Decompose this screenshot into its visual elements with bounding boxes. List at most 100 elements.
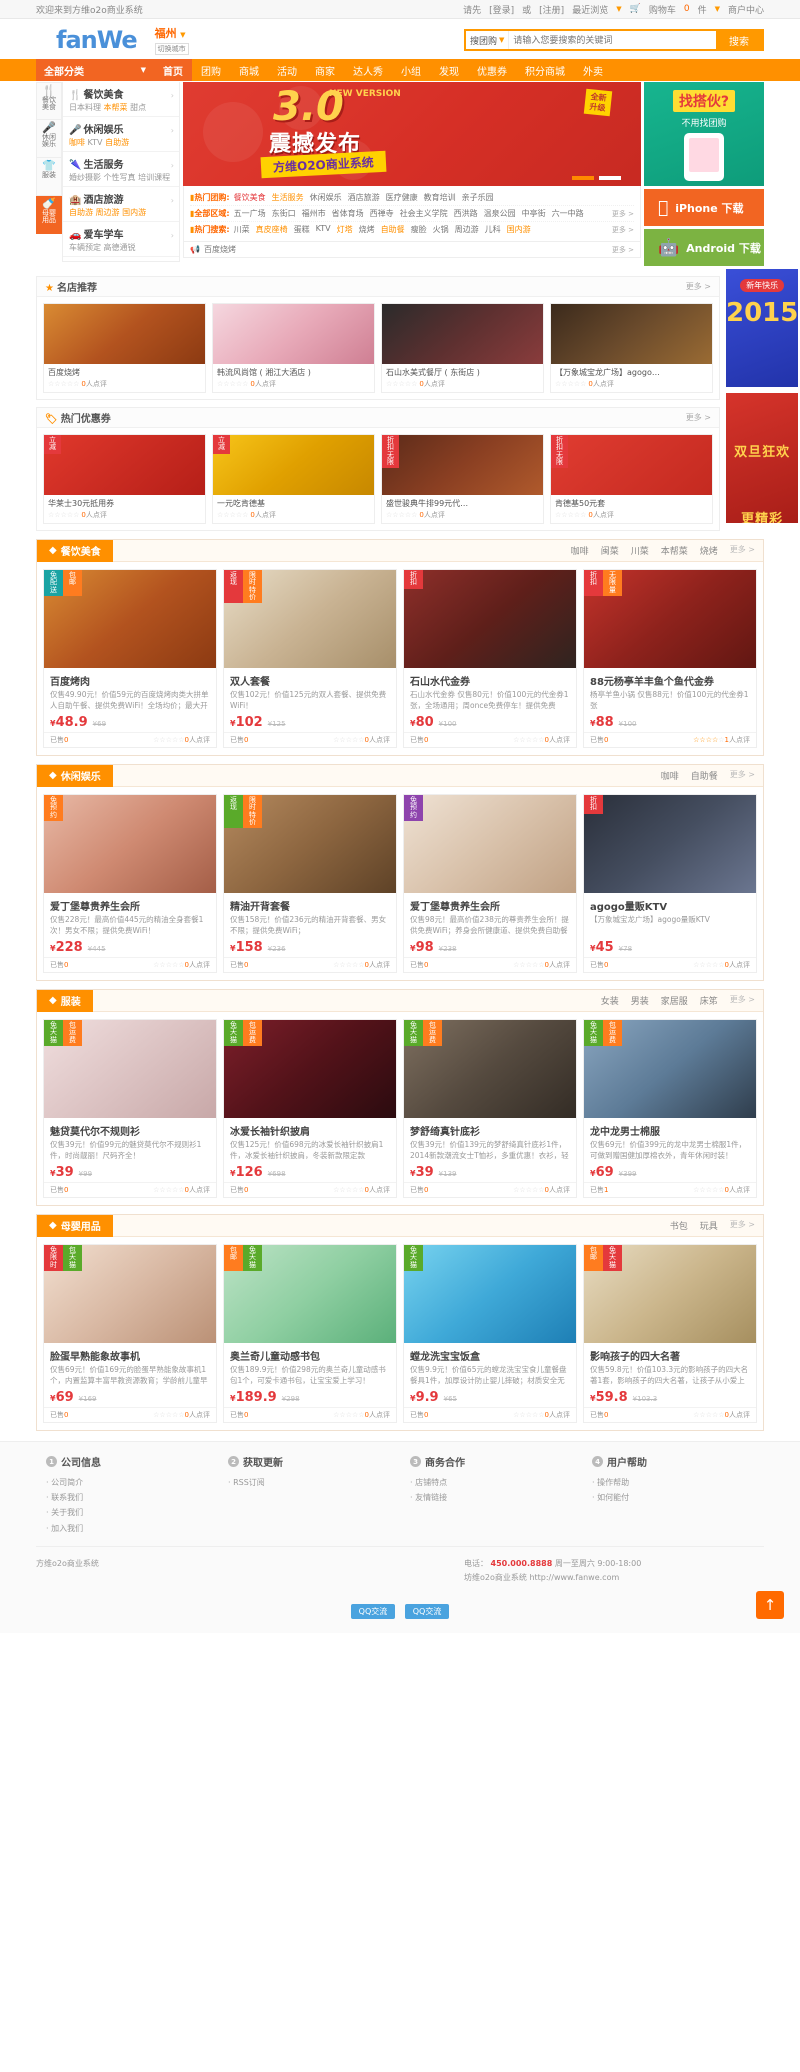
famous-shops-more[interactable]: 更多 > (686, 281, 711, 292)
tag-row-more-1[interactable]: 更多 > (612, 209, 634, 219)
goods-title[interactable]: 影响孩子的四大名著 (584, 1343, 756, 1365)
hot-deal-card[interactable]: 立减华莱士30元抵用券 ☆☆☆☆☆ 0人点评 (43, 434, 206, 524)
goods-card[interactable]: 折扣石山水代金券 石山水代金券 仅售80元！价值100元的代金券1张，全场通用；周… (403, 569, 577, 748)
goods-card[interactable]: 免配送包邮百度烤肉 仅售49.90元！价值59元的百度烧烤肉类大拼单人自助午餐、提… (43, 569, 217, 748)
christmas-ad[interactable]: 双旦狂欢 更精彩 MERRY CHRISTMAS (726, 393, 799, 523)
category-sub-4-0[interactable]: 车辆预定 (69, 243, 101, 252)
goods-title[interactable]: 爱丁堡尊贵养生会所 (44, 893, 216, 915)
category-row-3[interactable]: 🏨 酒店旅游 自助游 周边游 国内游 › (63, 187, 179, 222)
goods-title[interactable]: 冰爱长袖针织披肩 (224, 1118, 396, 1140)
nav-item-7[interactable]: 发现 (430, 59, 468, 81)
goods-title[interactable]: 精油开背套餐 (224, 893, 396, 915)
famous-shop-name[interactable]: 百度烧烤 (44, 364, 205, 379)
side-strip-3[interactable]: 🍼 母婴 用品 (36, 196, 62, 234)
goods-title[interactable]: 双人套餐 (224, 668, 396, 690)
nav-item-6[interactable]: 小组 (392, 59, 430, 81)
nav-item-1[interactable]: 团购 (192, 59, 230, 81)
hot-deal-name[interactable]: 华莱士30元抵用券 (44, 495, 205, 510)
footer-link-1-0[interactable]: · RSS订阅 (228, 1475, 400, 1490)
nav-item-0[interactable]: 首页 (154, 59, 192, 81)
section-more-leisure[interactable]: 更多 > (730, 769, 755, 782)
goods-card[interactable]: 返现限时 特价 双人套餐 仅售102元！价值125元的双人套餐、提供免费WiFi！ ¥1… (223, 569, 397, 748)
goods-card[interactable]: 免限时包天猫 脸蛋早熟能象故事机 仅售69元！价值169元的脸蛋早熟能象故事机1个，… (43, 1244, 217, 1423)
goods-title[interactable]: 88元杨亭羊丰鱼个鱼代金券 (584, 668, 756, 690)
banner-dot-2[interactable] (599, 176, 621, 180)
tag-2-7[interactable]: 瘦脸 (411, 224, 427, 235)
nav-item-9[interactable]: 积分商城 (516, 59, 574, 81)
tag-2-10[interactable]: 儿科 (485, 224, 501, 235)
footer-link-0-1[interactable]: · 联系我们 (46, 1490, 218, 1505)
tag-0-5[interactable]: 教育培训 (424, 192, 456, 203)
goods-card[interactable]: 免天猫包运费 龙中龙男士棉服 仅售69元！价值399元的龙中龙男士棉服1件，可做到赠… (583, 1019, 757, 1198)
nav-item-2[interactable]: 商城 (230, 59, 268, 81)
famous-shop-card[interactable]: 百度烧烤 ☆☆☆☆☆ 0人点评 (43, 303, 206, 393)
footer-link-2-1[interactable]: · 友情链接 (410, 1490, 582, 1505)
famous-shop-name[interactable]: 石山水美式餐厅 ( 东街店 ) (382, 364, 543, 379)
category-sub-1-0[interactable]: 咖啡 (69, 138, 85, 147)
category-sub-1-1[interactable]: KTV (88, 138, 103, 147)
tag-1-1[interactable]: 东街口 (272, 208, 296, 219)
hot-deal-name[interactable]: 盛世骏典牛排99元代… (382, 495, 543, 510)
tag-2-1[interactable]: 真皮座椅 (256, 224, 288, 235)
marquee-more[interactable]: 更多 > (612, 245, 634, 255)
footer-link-0-0[interactable]: · 公司简介 (46, 1475, 218, 1490)
famous-shop-card[interactable]: 石山水美式餐厅 ( 东街店 ) ☆☆☆☆☆ 0人点评 (381, 303, 544, 393)
footer-link-0-3[interactable]: · 加入我们 (46, 1521, 218, 1536)
goods-title[interactable]: 爱丁堡尊贵养生会所 (404, 893, 576, 915)
category-sub-0-2[interactable]: 甜点 (130, 103, 146, 112)
switch-city-button[interactable]: 切换城市 (154, 43, 189, 55)
footer-link-3-1[interactable]: · 如何能付 (592, 1490, 764, 1505)
section-sub-clothes-0[interactable]: 女装 (601, 994, 619, 1007)
goods-title[interactable]: 梦舒绮真针底衫 (404, 1118, 576, 1140)
tag-0-0[interactable]: 餐饮美食 (234, 192, 266, 203)
hot-deals-more[interactable]: 更多 > (686, 412, 711, 423)
goods-title[interactable]: 石山水代金券 (404, 668, 576, 690)
tag-0-6[interactable]: 亲子乐园 (462, 192, 494, 203)
tag-2-4[interactable]: 灯塔 (337, 224, 353, 235)
goods-card[interactable]: 折扣 agogo量贩KTV 【万象城宝龙广场】agogo量贩KTV ¥45 ¥78 已售0… (583, 794, 757, 973)
section-sub-food-1[interactable]: 闽菜 (601, 544, 619, 557)
section-sub-clothes-1[interactable]: 男装 (631, 994, 649, 1007)
section-more-clothes[interactable]: 更多 > (730, 994, 755, 1007)
tag-1-2[interactable]: 福州市 (302, 208, 326, 219)
category-sub-3-2[interactable]: 国内游 (122, 208, 146, 217)
search-type-select[interactable]: 搜团购 ▼ (466, 31, 510, 49)
footer-link-2-0[interactable]: · 店铺特点 (410, 1475, 582, 1490)
section-sub-food-2[interactable]: 川菜 (631, 544, 649, 557)
nav-item-4[interactable]: 商家 (306, 59, 344, 81)
tag-1-9[interactable]: 六一中路 (552, 208, 584, 219)
category-sub-2-1[interactable]: 个性写真 (104, 173, 136, 182)
back-to-top-button[interactable]: ↑ (756, 1590, 784, 1619)
goods-title[interactable]: 魅贷莫代尔不规则衫 (44, 1118, 216, 1140)
section-sub-baby-1[interactable]: 玩具 (700, 1219, 718, 1232)
goods-card[interactable]: 返现限时 特价 精油开背套餐 仅售158元！价值236元的精油开背套餐、男女不限；提供… (223, 794, 397, 973)
category-sub-3-1[interactable]: 周边游 (96, 208, 120, 217)
section-sub-food-4[interactable]: 烧烤 (700, 544, 718, 557)
tag-0-3[interactable]: 酒店旅游 (348, 192, 380, 203)
goods-card[interactable]: 免天猫包运费 梦舒绮真针底衫 仅售39元！价值139元的梦舒绮真针底衫1件，2014… (403, 1019, 577, 1198)
section-sub-food-3[interactable]: 本帮菜 (661, 544, 688, 557)
section-sub-baby-0[interactable]: 书包 (670, 1219, 688, 1232)
search-button[interactable]: 搜索 (716, 31, 762, 49)
section-sub-leisure-1[interactable]: 自助餐 (691, 769, 718, 782)
tag-1-0[interactable]: 五一广场 (234, 208, 266, 219)
goods-title[interactable]: 脸蛋早熟能象故事机 (44, 1343, 216, 1365)
tag-0-1[interactable]: 生活服务 (272, 192, 304, 203)
category-sub-2-2[interactable]: 培训课程 (138, 173, 170, 182)
merchant-center-link[interactable]: 商户中心 (728, 3, 764, 16)
goods-title[interactable]: 龙中龙男士棉服 (584, 1118, 756, 1140)
tag-1-5[interactable]: 社会主义学院 (400, 208, 448, 219)
footer-link-3-0[interactable]: · 操作帮助 (592, 1475, 764, 1490)
goods-card[interactable]: 免天猫包运费 冰爱长袖针织披肩 仅售125元！价值698元的冰爱长袖针织披肩1件，冰… (223, 1019, 397, 1198)
side-strip-0[interactable]: 🍴 餐饮 美食 (36, 82, 62, 120)
tag-1-3[interactable]: 省体育场 (332, 208, 364, 219)
category-row-4[interactable]: 🚗 爱车学车 车辆预定 高德通锐 › (63, 222, 179, 257)
category-row-0[interactable]: 🍴 餐饮美食 日本料理 本帮菜 甜点 › (63, 82, 179, 117)
tag-0-4[interactable]: 医疗健康 (386, 192, 418, 203)
section-sub-leisure-0[interactable]: 咖啡 (661, 769, 679, 782)
marquee-text[interactable]: 百度烧烤 (204, 244, 236, 255)
banner-dots[interactable] (572, 176, 621, 180)
goods-title[interactable]: agogo量贩KTV (584, 893, 756, 915)
android-download-button[interactable]: 🤖 Android 下载 (644, 229, 764, 266)
category-row-5[interactable]: 👗都市丽人› (63, 257, 179, 261)
